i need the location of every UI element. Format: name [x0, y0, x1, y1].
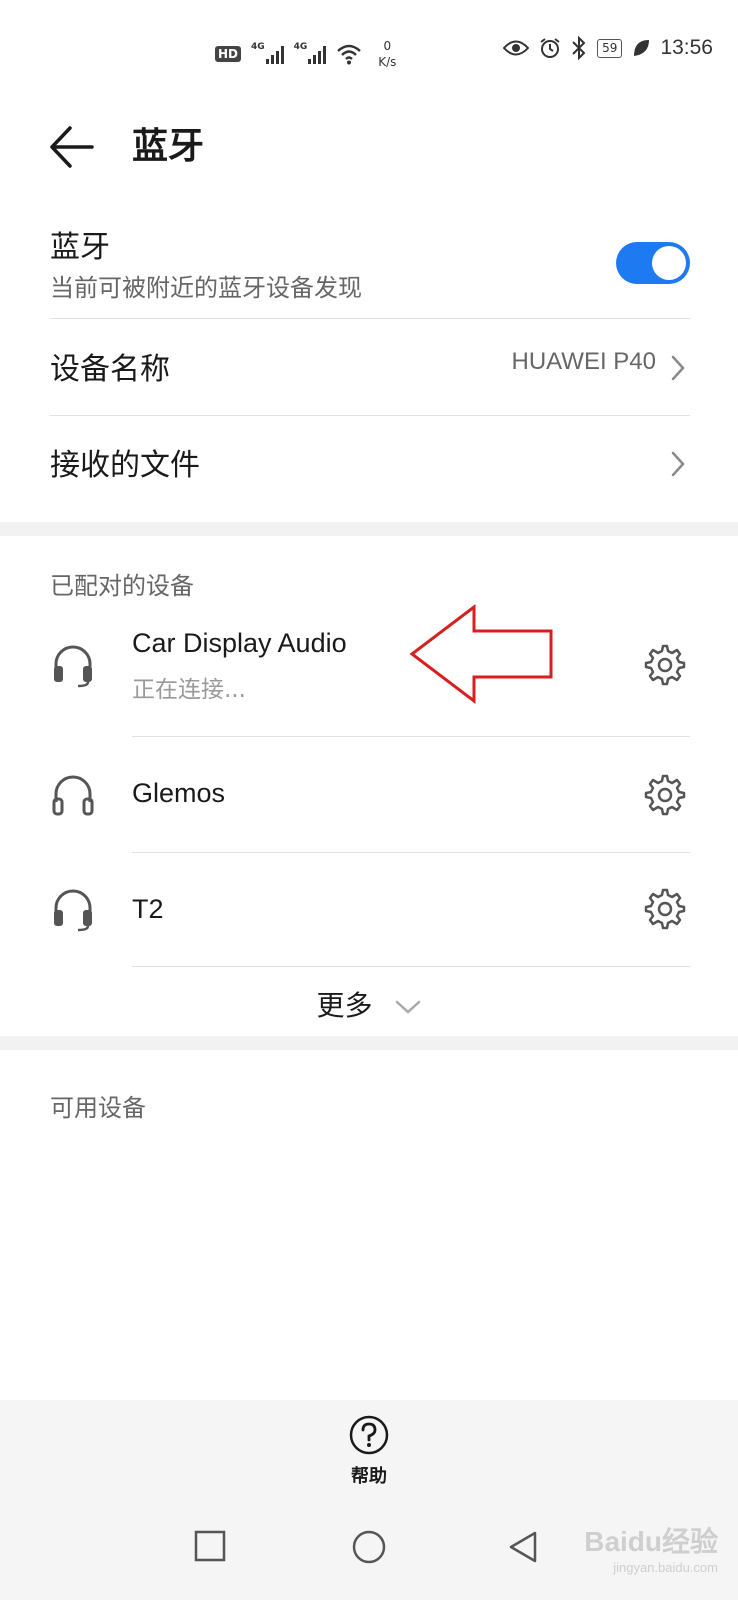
- status-left: HD 4G 4G 0 K/s: [215, 38, 402, 70]
- headset-icon: [54, 645, 92, 688]
- divider: [50, 318, 690, 319]
- received-files-row[interactable]: 接收的文件: [50, 416, 690, 512]
- wifi-icon: [337, 44, 362, 65]
- bluetooth-label: 蓝牙: [50, 230, 110, 265]
- headset-icon: [54, 889, 92, 932]
- device-name-label: 设备名称: [50, 352, 170, 387]
- net-label-2: 4G: [293, 42, 308, 52]
- leaf-icon: [634, 40, 650, 56]
- status-right: 59 13:56: [503, 36, 713, 60]
- chevron-right-icon: [671, 355, 685, 381]
- device-name: Car Display Audio: [132, 628, 347, 658]
- signal-2-icon: 4G: [293, 42, 327, 64]
- device-status: 正在连接...: [132, 677, 246, 703]
- eye-icon: [503, 40, 530, 56]
- hd-badge: HD: [215, 46, 242, 62]
- watermark-text: Baidu经验: [584, 1526, 718, 1557]
- paired-devices-heading: 已配对的设备: [50, 572, 194, 600]
- switch-knob: [652, 246, 686, 280]
- home-button[interactable]: [352, 1530, 386, 1564]
- page-title: 蓝牙: [132, 126, 205, 167]
- battery-indicator: 59: [597, 38, 623, 58]
- bluetooth-toggle-row[interactable]: 蓝牙 当前可被附近的蓝牙设备发现: [50, 222, 690, 318]
- help-label: 帮助: [351, 1466, 387, 1487]
- bluetooth-switch[interactable]: [616, 242, 690, 284]
- net-speed-unit: K/s: [378, 55, 397, 69]
- gear-icon[interactable]: [644, 888, 686, 930]
- device-name: T2: [132, 894, 164, 924]
- chevron-down-icon: [396, 1000, 421, 1014]
- net-speed: 0 K/s: [372, 38, 402, 70]
- help-icon: [349, 1415, 389, 1455]
- recents-button[interactable]: [194, 1530, 226, 1562]
- divider: [132, 966, 690, 967]
- section-separator: [0, 1036, 738, 1050]
- divider: [132, 736, 690, 737]
- device-name-value: HUAWEI P40: [511, 348, 656, 375]
- device-name: Glemos: [132, 778, 226, 808]
- net-speed-value: 0: [383, 39, 392, 53]
- back-arrow-icon: [50, 126, 94, 168]
- device-name-row[interactable]: 设备名称 HUAWEI P40: [50, 320, 690, 416]
- watermark: Baidu经验 jingyan.baidu.com: [584, 1520, 718, 1575]
- bluetooth-icon: [572, 36, 586, 60]
- watermark-url: jingyan.baidu.com: [613, 1560, 718, 1575]
- bluetooth-description: 当前可被附近的蓝牙设备发现: [50, 274, 362, 302]
- back-button[interactable]: [48, 122, 98, 172]
- help-button[interactable]: 帮助: [334, 1414, 404, 1488]
- paired-device-item[interactable]: Car Display Audio 正在连接...: [50, 624, 690, 736]
- alarm-icon: [540, 38, 560, 58]
- net-label-1: 4G: [251, 42, 265, 52]
- status-bar: HD 4G 4G 0 K/s 59 13:56: [0, 0, 738, 100]
- paired-device-item[interactable]: Glemos: [50, 738, 690, 850]
- chevron-right-icon: [671, 451, 685, 477]
- back-nav-button[interactable]: [508, 1530, 538, 1564]
- signal-1-icon: 4G: [251, 42, 284, 64]
- received-files-label: 接收的文件: [50, 448, 200, 483]
- headphones-icon: [52, 775, 94, 816]
- more-label: 更多: [316, 989, 373, 1022]
- divider: [132, 852, 690, 853]
- gear-icon[interactable]: [644, 774, 686, 816]
- more-button[interactable]: 更多: [0, 984, 738, 1024]
- gear-icon[interactable]: [644, 644, 686, 686]
- annotation-arrow: [409, 604, 553, 705]
- section-separator: [0, 522, 738, 536]
- available-devices-heading: 可用设备: [50, 1094, 146, 1122]
- clock: 13:56: [660, 36, 713, 59]
- paired-device-item[interactable]: T2: [50, 854, 690, 966]
